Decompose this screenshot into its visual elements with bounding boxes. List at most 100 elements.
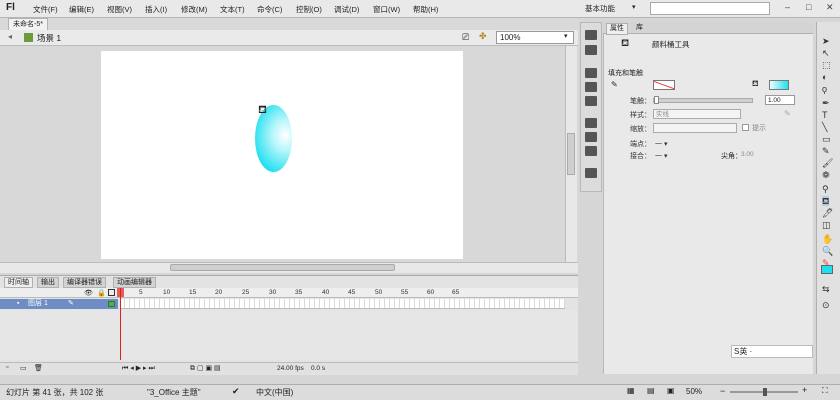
edit-symbols-icon[interactable]: ✤: [479, 31, 487, 42]
menu-edit[interactable]: 编辑(E): [69, 4, 94, 15]
color-panel-icon[interactable]: [585, 30, 597, 40]
bone-tool-icon[interactable]: ⚲: [822, 184, 829, 194]
new-folder-icon[interactable]: ▭: [20, 364, 27, 372]
minimize-button[interactable]: –: [785, 2, 790, 12]
onion-skin-icon[interactable]: ⧉ ▢ ▣ ▤: [190, 364, 221, 373]
edit-style-icon[interactable]: ✎: [784, 109, 791, 118]
paint-bucket-tool-icon[interactable]: ⛾: [822, 196, 830, 206]
menu-commands[interactable]: 命令(C): [257, 4, 282, 15]
frame-cells[interactable]: [120, 299, 565, 309]
vertical-scroll-thumb[interactable]: [567, 133, 575, 175]
back-arrow-icon[interactable]: ◂: [8, 32, 12, 41]
fill-color-tool-swatch[interactable]: [821, 265, 833, 274]
scene-label[interactable]: 场景 1: [37, 32, 61, 44]
playhead[interactable]: [120, 288, 121, 360]
stroke-style-select[interactable]: 实线: [653, 109, 741, 119]
frame-rate[interactable]: 24.00 fps: [277, 365, 304, 372]
close-button[interactable]: ✕: [826, 2, 834, 13]
view-slideshow-icon[interactable]: ▣: [667, 386, 675, 395]
menu-text[interactable]: 文本(T): [220, 4, 245, 15]
motion-presets-icon[interactable]: [585, 146, 597, 156]
ime-toolbar[interactable]: S英 ·: [731, 345, 813, 358]
tab-timeline[interactable]: 时间轴: [4, 277, 33, 288]
scene-panel-icon[interactable]: [585, 168, 597, 178]
components-icon[interactable]: [585, 132, 597, 142]
pencil-tool-icon[interactable]: ✎: [822, 146, 830, 156]
menu-modify[interactable]: 修改(M): [181, 4, 207, 15]
info-panel-icon[interactable]: [585, 82, 597, 92]
tab-library[interactable]: 库: [633, 23, 646, 33]
eraser-tool-icon[interactable]: ◫: [822, 220, 831, 230]
menu-help[interactable]: 帮助(H): [413, 4, 438, 15]
layer-outline-color[interactable]: [108, 301, 115, 307]
swap-colors-icon[interactable]: ⇆: [822, 284, 830, 294]
line-tool-icon[interactable]: ╲: [822, 122, 827, 132]
align-panel-icon[interactable]: [585, 68, 597, 78]
layer-name[interactable]: 图层 1: [28, 299, 48, 309]
pen-tool-icon[interactable]: ✒: [822, 98, 830, 108]
spellcheck-icon[interactable]: ✔: [232, 386, 240, 397]
join-label: 接合：: [630, 153, 651, 160]
help-search-input[interactable]: [650, 2, 770, 15]
menu-control[interactable]: 控制(O): [296, 4, 322, 15]
tab-motion-editor[interactable]: 动画编辑器: [113, 277, 156, 288]
zoom-slider-handle[interactable]: [763, 388, 767, 396]
workspace-switcher[interactable]: 基本功能: [585, 3, 615, 14]
hand-tool-icon[interactable]: ✋: [822, 234, 833, 244]
view-sorter-icon[interactable]: ▤: [647, 386, 655, 395]
swatches-panel-icon[interactable]: [585, 45, 597, 55]
free-transform-tool-icon[interactable]: ⬚: [822, 60, 831, 70]
zoom-select[interactable]: 100%: [496, 31, 574, 44]
fill-color-swatch[interactable]: [769, 80, 789, 90]
zoom-in-icon[interactable]: +: [802, 385, 807, 395]
slider-handle[interactable]: [654, 96, 659, 104]
tab-compiler-errors[interactable]: 编译器错误: [63, 277, 106, 288]
fit-window-icon[interactable]: ⛶: [822, 386, 828, 396]
menu-insert[interactable]: 插入(I): [145, 4, 167, 15]
subselection-tool-icon[interactable]: ↖: [822, 48, 830, 58]
hint-checkbox[interactable]: [742, 124, 749, 131]
snap-icon[interactable]: ⊙: [822, 300, 830, 310]
zoom-level[interactable]: 50%: [686, 387, 702, 396]
view-normal-icon[interactable]: ▦: [627, 386, 635, 395]
outline-icon[interactable]: [108, 289, 115, 296]
language[interactable]: 中文(中国): [256, 387, 293, 398]
transform-panel-icon[interactable]: [585, 96, 597, 106]
new-layer-icon[interactable]: ▫: [6, 364, 8, 371]
brush-tool-icon[interactable]: 🖌: [822, 158, 833, 168]
maximize-button[interactable]: □: [806, 2, 811, 12]
scale-select[interactable]: [653, 123, 737, 133]
stroke-color-swatch[interactable]: [653, 80, 675, 90]
stroke-width-input[interactable]: 1.00: [765, 95, 795, 105]
menu-view[interactable]: 视图(V): [107, 4, 132, 15]
cap-select[interactable]: 一 ▾: [655, 139, 667, 149]
edit-scene-icon[interactable]: ⎚: [462, 32, 469, 43]
chevron-down-icon[interactable]: ▾: [564, 32, 568, 40]
code-snippets-icon[interactable]: [585, 118, 597, 128]
document-tab[interactable]: 未命名-5*: [8, 18, 48, 30]
zoom-tool-icon[interactable]: 🔍: [822, 246, 833, 256]
miter-value[interactable]: 3.00: [741, 151, 754, 158]
join-select[interactable]: 一 ▾: [655, 151, 667, 161]
3d-rotation-tool-icon[interactable]: ◐: [822, 72, 827, 82]
rectangle-tool-icon[interactable]: ▭: [822, 134, 831, 144]
menu-debug[interactable]: 调试(D): [334, 4, 359, 15]
menu-file[interactable]: 文件(F): [33, 4, 58, 15]
playback-controls[interactable]: ⏮ ◂ ▶ ▸ ⏭: [122, 364, 155, 373]
section-fill-stroke[interactable]: 填充和笔触: [608, 68, 643, 78]
zoom-out-icon[interactable]: −: [720, 386, 725, 396]
deco-tool-icon[interactable]: ❁: [822, 170, 830, 180]
lock-icon[interactable]: 🔒: [97, 289, 106, 297]
delete-layer-icon[interactable]: 🗑: [34, 364, 43, 372]
stroke-width-slider[interactable]: [653, 98, 753, 103]
horizontal-scroll-thumb[interactable]: [170, 264, 395, 271]
tab-properties[interactable]: 属性: [606, 23, 628, 35]
lasso-tool-icon[interactable]: ϙ: [822, 84, 827, 94]
menu-window[interactable]: 窗口(W): [373, 4, 400, 15]
chevron-down-icon[interactable]: ▾: [632, 3, 636, 11]
eye-icon[interactable]: 👁: [84, 289, 93, 297]
selection-tool-icon[interactable]: ➤: [822, 36, 830, 46]
text-tool-icon[interactable]: T: [822, 110, 828, 120]
tab-output[interactable]: 输出: [37, 277, 59, 288]
eyedropper-tool-icon[interactable]: 🖊: [822, 208, 833, 218]
